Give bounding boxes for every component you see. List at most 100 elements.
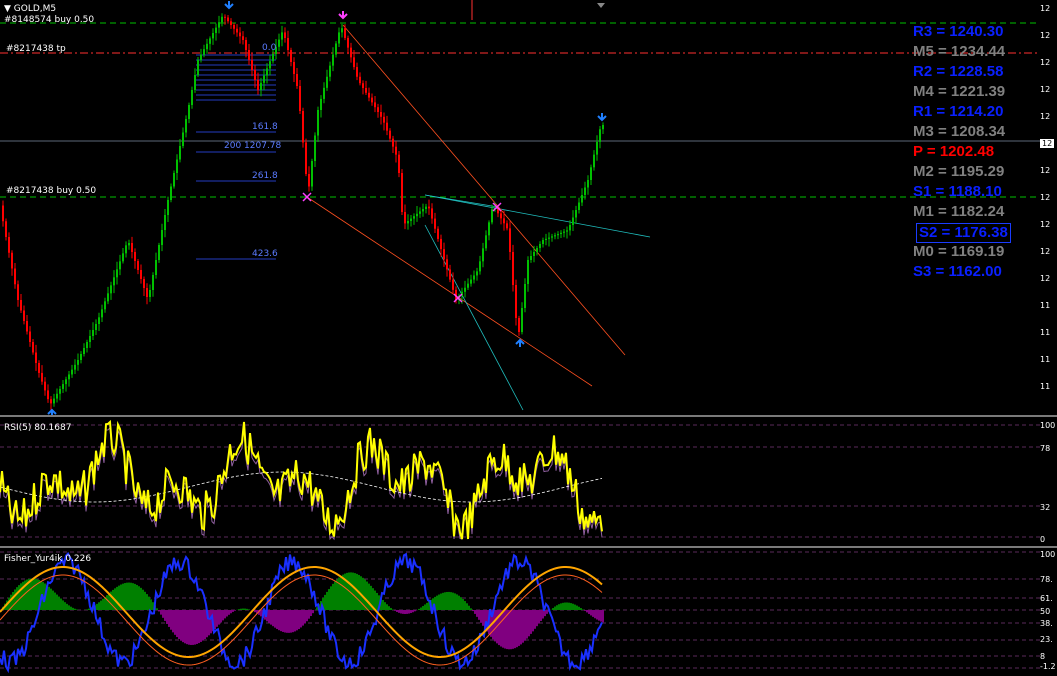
candle-body [221,16,223,23]
candle-body [320,98,322,110]
fisher-histogram-bar [536,610,538,627]
candle-body [572,217,574,225]
fisher-histogram-bar [332,583,334,610]
fisher-histogram-bar [168,610,170,627]
rsi-pane[interactable]: RSI(5) 80.1687 100 78 32 0 [0,417,1057,546]
candle-body [350,47,352,58]
fisher-histogram-bar [522,610,524,643]
fisher-histogram-bar [52,590,54,610]
candle-body [227,17,229,22]
fisher-histogram-bar [442,592,444,610]
fisher-histogram-bar [584,610,586,611]
fisher-histogram-bar [424,604,426,610]
fisher-histogram-bar [260,610,262,617]
fisher-histogram-bar [178,610,180,640]
fisher-histogram-bar [186,610,188,645]
candle-body [212,33,214,39]
candle-body [122,253,124,262]
fisher-histogram-bar [172,610,174,633]
candle-body [368,92,370,98]
candle-body [38,363,40,373]
fisher-histogram-bar [452,592,454,610]
fisher-axis-8: 8 [1040,652,1046,661]
candle-body [341,28,343,33]
fisher-histogram-bar [182,610,184,643]
candle-body [395,146,397,155]
candle-body [110,285,112,294]
candle-body [503,218,505,224]
rsi-chart[interactable] [0,417,1057,546]
candle-body [317,110,319,136]
candle-body [311,161,313,187]
fisher-histogram-bar [412,610,414,613]
fisher-histogram-bar [508,610,510,650]
candle-body [200,54,202,60]
price-chart[interactable] [0,0,1057,415]
fisher-histogram-bar [32,578,34,610]
candle-body [14,268,16,285]
chart-symbol-label: GOLD,M5 [13,4,57,14]
price-axis-label-8: 12 [1040,220,1051,229]
fisher-histogram-bar [132,583,134,610]
candle-body [71,369,73,375]
fisher-histogram-bar [122,583,124,610]
fisher-histogram-bar [512,610,514,649]
candle-body [560,232,562,234]
fisher-histogram-bar [440,593,442,610]
fisher-histogram-bar [572,603,574,610]
candle-body [440,238,442,250]
fisher-histogram-bar [308,610,310,619]
chart-menu-icon[interactable]: ▼ [4,4,11,14]
price-chart-pane[interactable]: ▼ GOLD,M5 #8148574 buy 0.50 #8217438 tp … [0,0,1057,415]
fisher-histogram-bar [134,583,136,610]
fisher-axis-neg: -1.2 [1040,662,1056,671]
candle-body [167,200,169,215]
price-axis-label-6: 12 [1040,166,1051,175]
fisher-histogram-bar [272,610,274,627]
candle-body [581,195,583,203]
fib-label-261: 261.8 [252,171,278,181]
fisher-histogram-bar [564,602,566,610]
candle-body [428,206,430,209]
candle-body [416,213,418,217]
candle-body [584,187,586,195]
price-axis-label-3: 12 [1040,85,1051,94]
candle-body [68,374,70,380]
fisher-histogram-bar [436,595,438,610]
pivot-level-8: S1 = 1188.10 [913,183,1002,200]
pivot-level-7: M2 = 1195.29 [913,163,1005,180]
candle-body [356,67,358,77]
fisher-histogram-bar [422,606,424,610]
candle-body [176,159,178,173]
fisher-pane[interactable]: Fisher_Yur4ik 0.226 100 78. 61. 50 38. 2… [0,548,1057,676]
candle-body [446,259,448,270]
fisher-histogram-bar [526,610,528,639]
fisher-histogram-bar [72,607,74,610]
fisher-histogram-bar [520,610,522,645]
fisher-histogram-bar [98,602,100,610]
fisher-histogram-bar [218,610,220,625]
fisher-chart[interactable] [0,548,1057,676]
pivot-level-1: M5 = 1234.44 [913,43,1006,60]
candle-body [233,25,235,29]
candle-body [59,388,61,394]
candle-body [302,111,304,143]
candle-body [290,50,292,62]
fisher-histogram-bar [570,603,572,610]
fisher-histogram-bar [340,575,342,610]
fisher-histogram-bar [470,608,472,610]
candle-body [545,238,547,240]
fisher-histogram-bar [560,603,562,610]
candle-body [506,223,508,229]
fisher-histogram-bar [574,604,576,610]
fisher-histogram-bar [226,610,228,617]
fisher-histogram-bar [58,596,60,610]
candle-body [332,54,334,66]
candle-body [299,86,301,111]
fisher-histogram-bar [214,610,216,630]
candle-body [41,372,43,382]
candle-body [512,252,514,285]
candle-body [554,235,556,237]
fisher-histogram-bar [558,604,560,610]
rsi-title: RSI(5) 80.1687 [4,423,72,433]
